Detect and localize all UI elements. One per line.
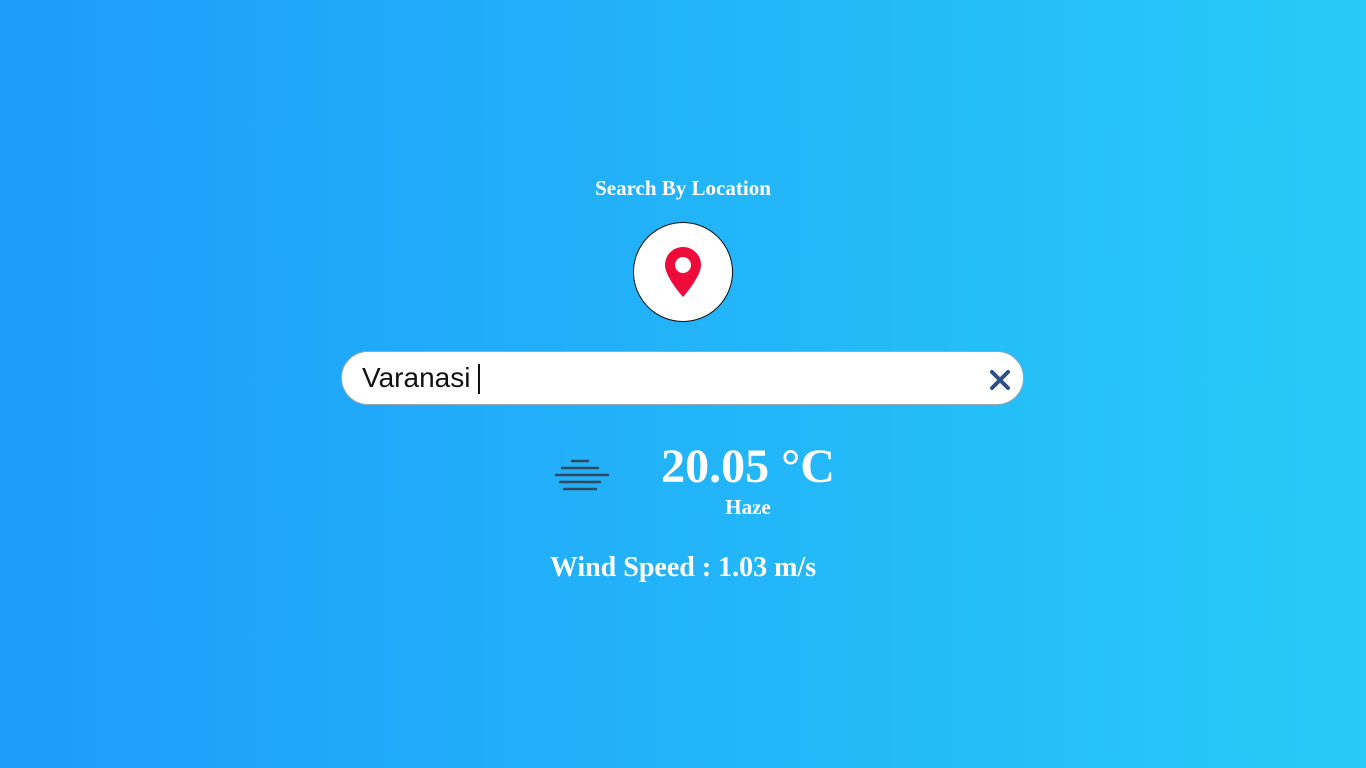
map-pin-icon: [665, 247, 701, 297]
current-location-button[interactable]: [633, 222, 733, 322]
close-icon: [990, 370, 1010, 390]
search-box: [341, 351, 1024, 405]
search-input[interactable]: [362, 352, 972, 404]
text-caret: [478, 364, 480, 394]
temperature-value: 20.05 °C: [661, 440, 835, 493]
weather-condition: Haze: [725, 495, 771, 519]
clear-search-button[interactable]: [986, 366, 1014, 394]
wind-speed: Wind Speed : 1.03 m/s: [549, 552, 817, 583]
page-title: Search By Location: [595, 176, 771, 200]
